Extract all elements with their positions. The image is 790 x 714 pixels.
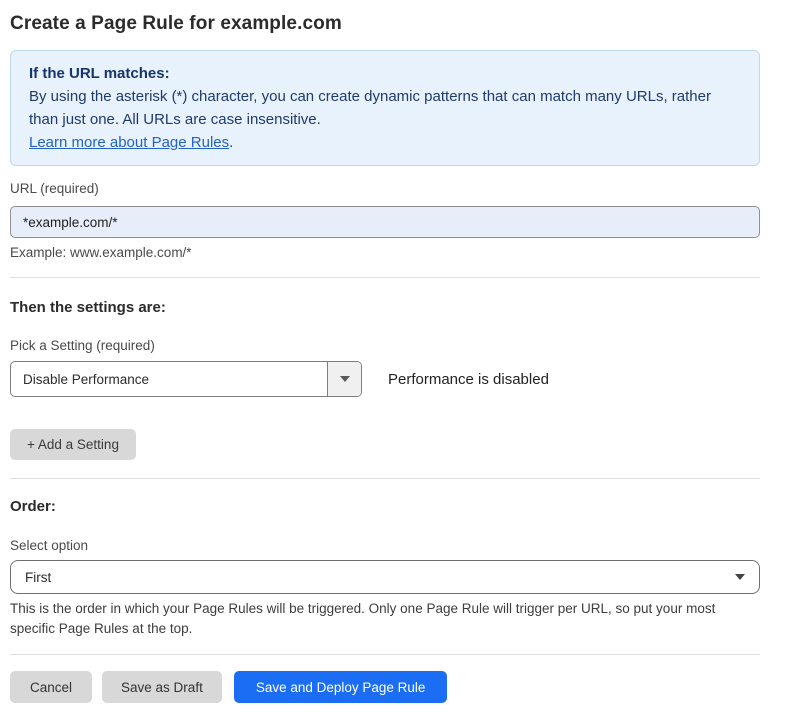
link-period: . (229, 134, 233, 151)
settings-section-heading: Then the settings are: (10, 299, 760, 317)
url-example-text: Example: www.example.com/* (10, 245, 760, 261)
url-field-label: URL (required) (10, 181, 760, 197)
learn-more-link[interactable]: Learn more about Page Rules (29, 134, 229, 151)
page-rule-form: Create a Page Rule for example.com If th… (10, 0, 760, 703)
setting-select-value: Disable Performance (11, 362, 327, 396)
chevron-down-icon (340, 376, 350, 382)
save-as-draft-button[interactable]: Save as Draft (102, 671, 222, 703)
page-title: Create a Page Rule for example.com (10, 12, 760, 36)
form-actions: Cancel Save as Draft Save and Deploy Pag… (10, 671, 760, 703)
info-box-heading: If the URL matches: (29, 62, 741, 85)
divider (10, 277, 760, 278)
divider (10, 654, 760, 655)
save-and-deploy-button[interactable]: Save and Deploy Page Rule (234, 671, 448, 703)
order-select[interactable]: First (10, 560, 760, 594)
cancel-button[interactable]: Cancel (10, 671, 92, 703)
chevron-down-icon (735, 574, 745, 580)
add-setting-button[interactable]: + Add a Setting (10, 429, 136, 460)
pick-setting-label: Pick a Setting (required) (10, 338, 760, 354)
url-input[interactable] (10, 206, 760, 238)
url-match-info-box: If the URL matches: By using the asteris… (10, 50, 760, 166)
divider (10, 478, 760, 479)
setting-status-text: Performance is disabled (388, 371, 549, 388)
order-select-value: First (25, 570, 51, 585)
order-section-heading: Order: (10, 498, 760, 516)
info-box-body: By using the asterisk (*) character, you… (29, 85, 735, 131)
info-box-link-line: Learn more about Page Rules. (29, 131, 741, 154)
order-help-text: This is the order in which your Page Rul… (10, 599, 758, 639)
order-select-label: Select option (10, 538, 760, 554)
setting-select[interactable]: Disable Performance (10, 361, 362, 397)
setting-select-arrow-button[interactable] (327, 362, 361, 396)
setting-row: Disable Performance Performance is disab… (10, 361, 760, 397)
